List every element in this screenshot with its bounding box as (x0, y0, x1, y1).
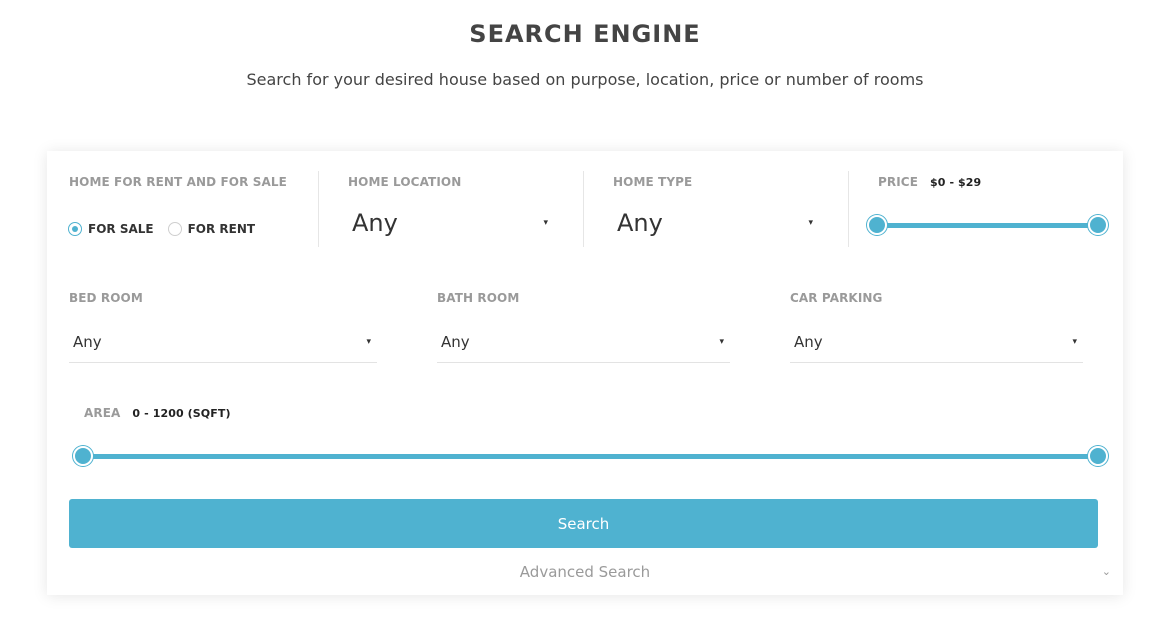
area-range-slider[interactable] (73, 446, 1108, 466)
area-slider-max-handle[interactable] (1088, 446, 1108, 466)
bed-room-value: Any (73, 332, 102, 351)
divider (848, 171, 849, 247)
page-title: SEARCH ENGINE (469, 20, 701, 48)
bath-room-select[interactable]: Any ▾ (437, 321, 730, 363)
search-button[interactable]: Search (69, 499, 1098, 548)
area-slider-min-handle[interactable] (73, 446, 93, 466)
radio-for-sale[interactable]: FOR SALE (68, 222, 154, 236)
price-slider-max-handle[interactable] (1088, 215, 1108, 235)
area-label: AREA 0 - 1200 (SQFT) (84, 406, 231, 420)
car-parking-label: CAR PARKING (790, 291, 883, 305)
car-parking-value: Any (794, 332, 823, 351)
bed-room-select[interactable]: Any ▾ (69, 321, 377, 363)
divider (318, 171, 319, 247)
car-parking-select[interactable]: Any ▾ (790, 321, 1083, 363)
bath-room-value: Any (441, 332, 470, 351)
price-range-slider[interactable] (867, 215, 1108, 235)
price-slider-track[interactable] (877, 223, 1098, 228)
caret-down-icon: ▾ (366, 336, 371, 347)
area-label-text: AREA (84, 406, 121, 420)
home-location-label: HOME LOCATION (348, 175, 462, 189)
caret-down-icon: ▾ (1072, 336, 1077, 347)
area-range-value: 0 - 1200 (SQFT) (132, 407, 231, 420)
caret-down-icon: ▾ (808, 218, 813, 228)
radio-for-sale-indicator[interactable] (68, 222, 82, 236)
radio-for-rent[interactable]: FOR RENT (167, 222, 256, 236)
home-type-value: Any (617, 209, 663, 237)
caret-down-icon: ▾ (719, 336, 724, 347)
area-slider-track[interactable] (83, 454, 1098, 459)
radio-for-rent-indicator[interactable] (167, 222, 182, 236)
home-location-value: Any (352, 209, 398, 237)
home-location-select[interactable]: Any ▾ (348, 203, 548, 243)
home-type-label: HOME TYPE (613, 175, 693, 189)
purpose-radio-group: FOR SALE FOR RENT (68, 222, 269, 236)
purpose-label: HOME FOR RENT AND FOR SALE (69, 175, 287, 189)
page-subtitle: Search for your desired house based on p… (246, 70, 924, 89)
radio-for-rent-label: FOR RENT (187, 222, 256, 236)
price-range-value: $0 - $29 (930, 176, 982, 189)
advanced-search-link[interactable]: Advanced Search (47, 563, 1123, 581)
search-form-card: HOME FOR RENT AND FOR SALE FOR SALE FOR … (47, 151, 1123, 595)
divider (583, 171, 584, 247)
price-slider-min-handle[interactable] (867, 215, 887, 235)
price-label-text: PRICE (878, 175, 919, 189)
chevron-down-icon[interactable]: ⌄ (1102, 565, 1111, 578)
caret-down-icon: ▾ (543, 218, 548, 228)
bath-room-label: BATH ROOM (437, 291, 520, 305)
bed-room-label: BED ROOM (69, 291, 143, 305)
radio-for-sale-label: FOR SALE (88, 222, 154, 236)
home-type-select[interactable]: Any ▾ (613, 203, 813, 243)
price-label: PRICE $0 - $29 (878, 175, 981, 189)
